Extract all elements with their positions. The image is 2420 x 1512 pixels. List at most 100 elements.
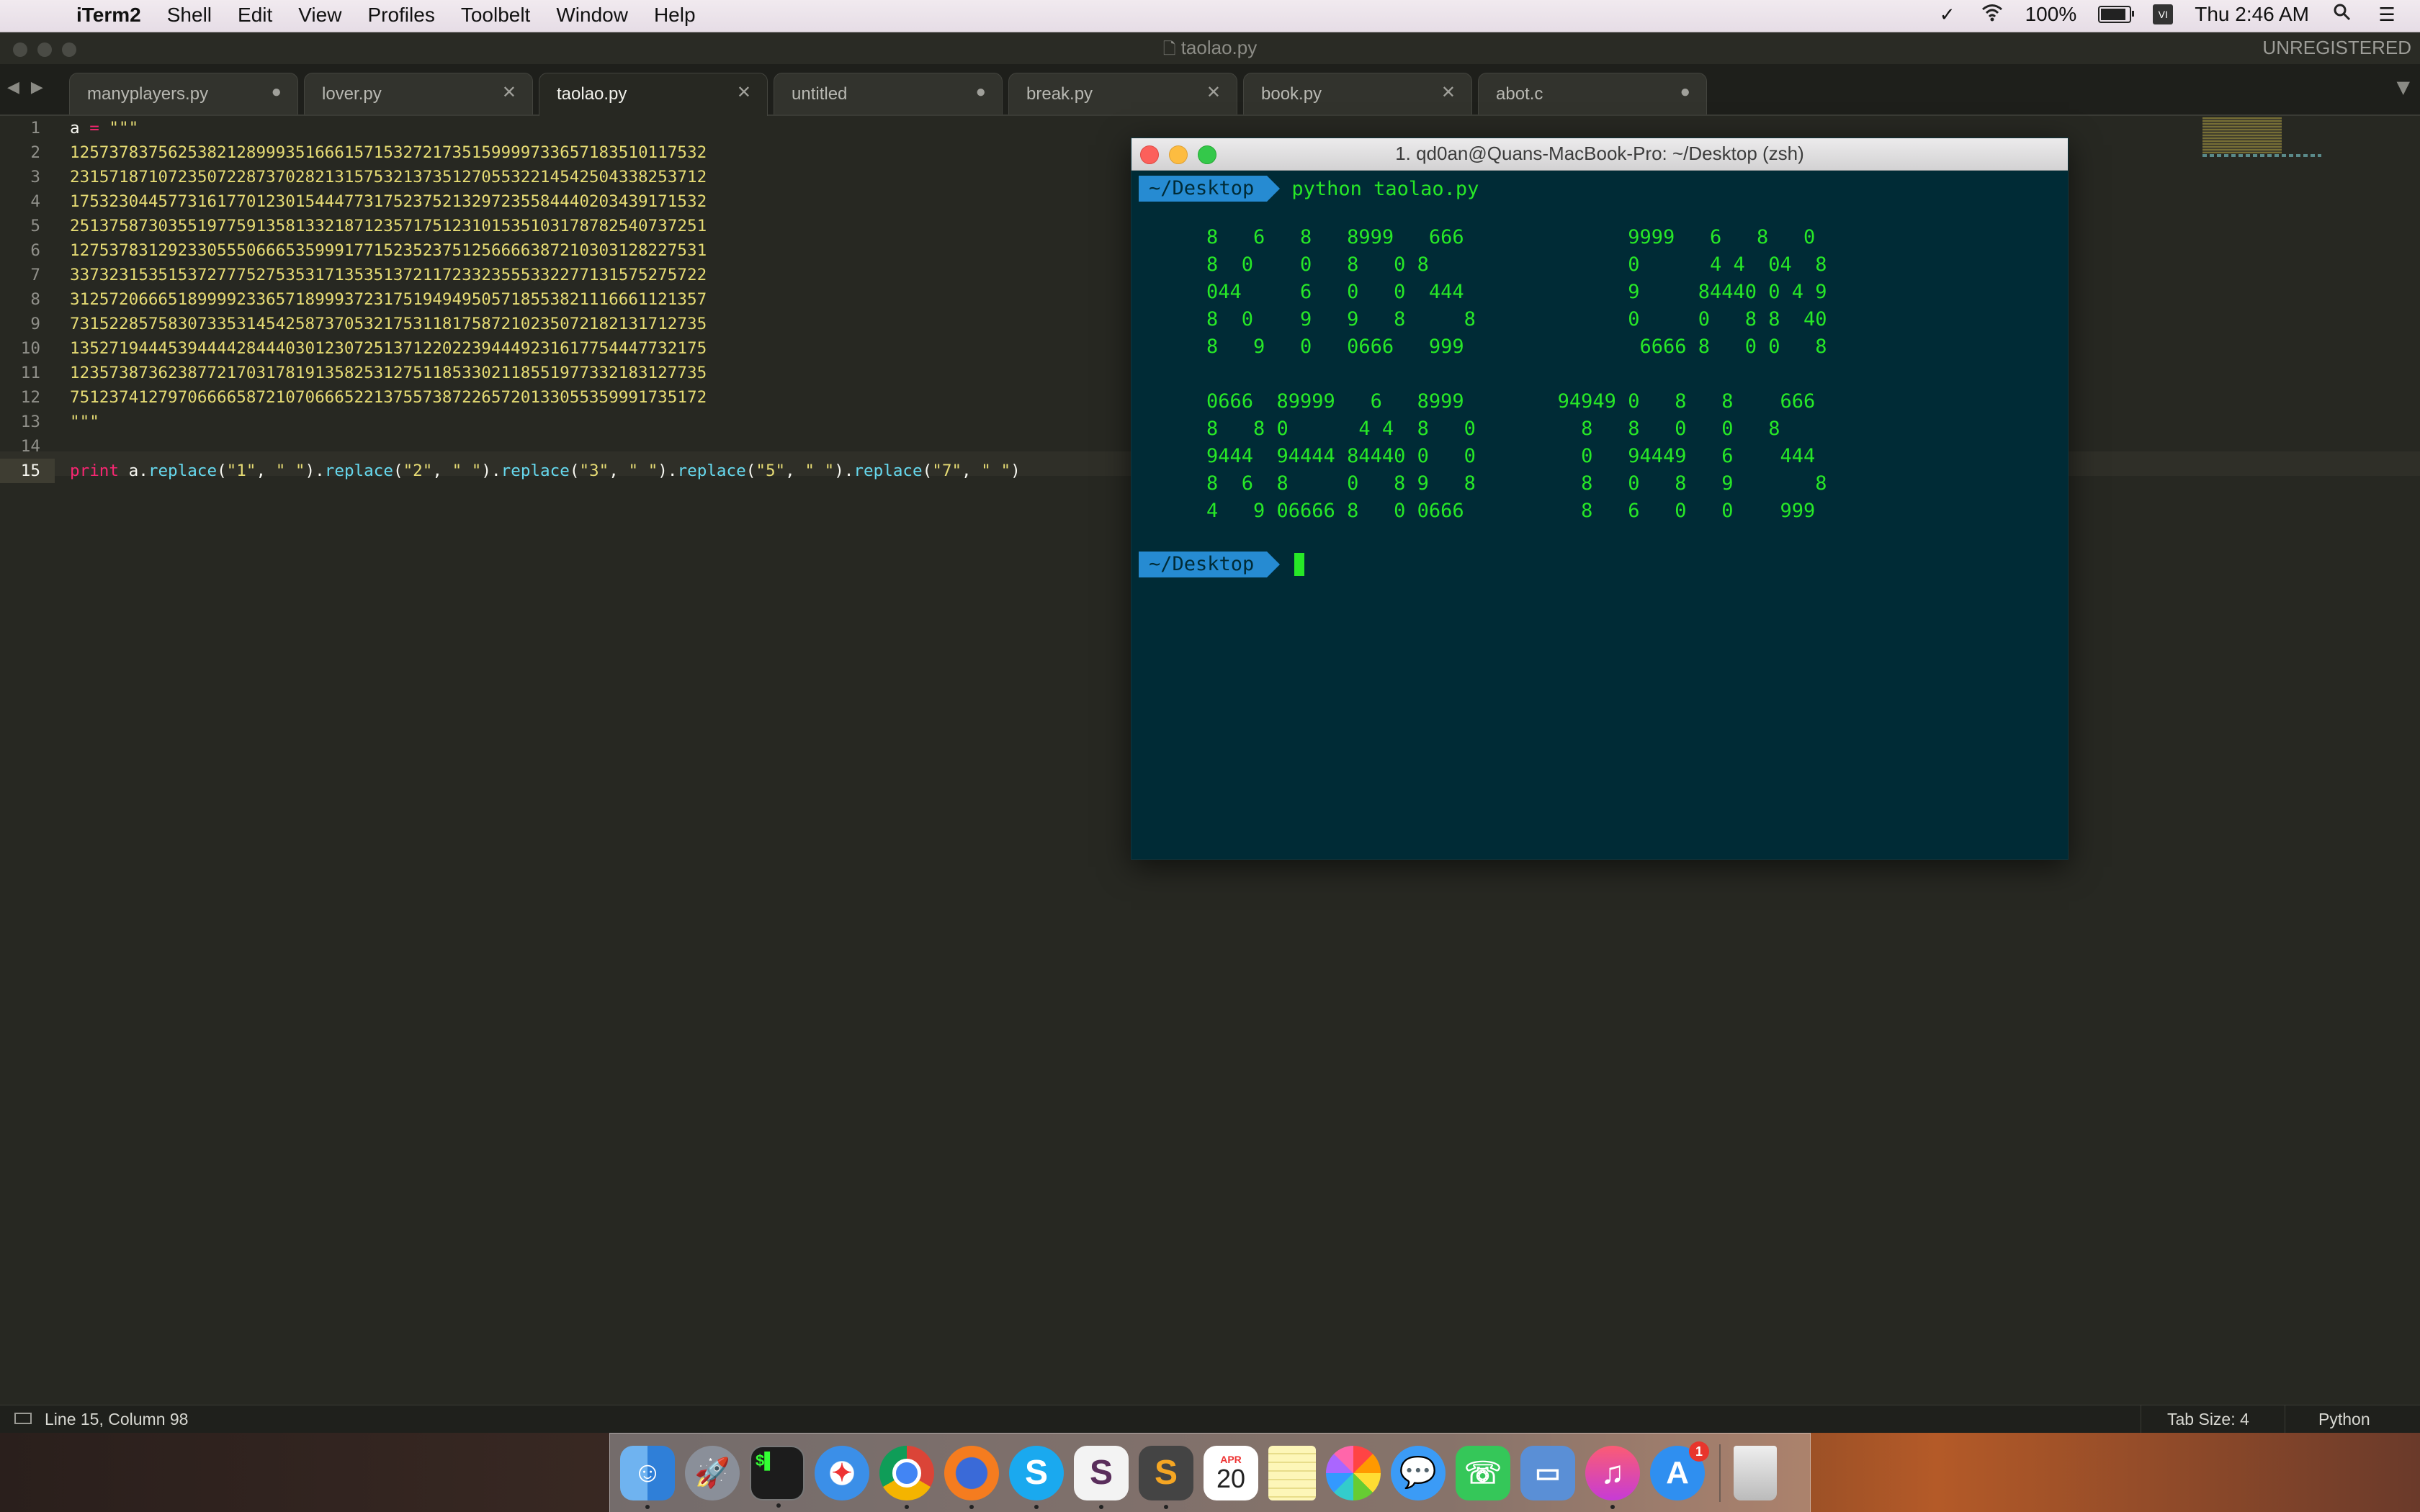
- tab-bar: ◀ ▶ manyplayers.py ● lover.py ✕ taolao.py…: [0, 64, 2420, 116]
- line-number: 11: [20, 364, 40, 382]
- code-line: 1257378375625382128999351666157153272173…: [70, 143, 707, 162]
- menu-bar: iTerm2 Shell Edit View Profiles Toolbelt…: [0, 0, 2420, 32]
- keynote-icon[interactable]: ▭: [1520, 1445, 1575, 1500]
- chrome-icon[interactable]: [879, 1445, 934, 1509]
- finder-icon[interactable]: ☺: [620, 1445, 675, 1509]
- terminal-title-bar[interactable]: 1. qd0an@Quans-MacBook-Pro: ~/Desktop (z…: [1131, 138, 2068, 171]
- tab-break[interactable]: break.py ✕: [1008, 73, 1237, 114]
- tab-label: lover.py: [322, 84, 382, 104]
- code-token: a: [70, 119, 80, 138]
- code-line: 1235738736238772170317819135825312751185…: [70, 364, 707, 382]
- tab-lover[interactable]: lover.py ✕: [304, 73, 533, 114]
- prompt-line-current[interactable]: ~/Desktop: [1139, 551, 2061, 578]
- safari-icon[interactable]: ✦: [815, 1445, 869, 1500]
- input-source-icon[interactable]: VI: [2153, 4, 2174, 24]
- code-line: 2315718710723507228737028213157532137351…: [70, 168, 707, 186]
- menu-profiles[interactable]: Profiles: [367, 4, 434, 27]
- firefox-icon[interactable]: [944, 1445, 999, 1509]
- search-icon[interactable]: [2331, 3, 2354, 26]
- launchpad-icon[interactable]: 🚀: [685, 1445, 740, 1500]
- line-number: 5: [30, 217, 40, 235]
- facetime-icon[interactable]: ☏: [1456, 1445, 1510, 1500]
- code-token: replace: [677, 462, 746, 480]
- code-token: "2": [403, 462, 433, 480]
- cursor-position: Line 15, Column 98: [45, 1410, 189, 1428]
- menu-window[interactable]: Window: [556, 4, 628, 27]
- menu-toolbelt[interactable]: Toolbelt: [461, 4, 531, 27]
- prompt-directory: ~/Desktop: [1139, 176, 1281, 202]
- tab-label: book.py: [1261, 84, 1322, 104]
- minimap-line: [2202, 154, 2321, 157]
- line-number: 14: [20, 437, 40, 456]
- tab-size-selector[interactable]: Tab Size: 4: [2141, 1405, 2285, 1433]
- code-token: replace: [853, 462, 923, 480]
- sublime-icon[interactable]: S: [1139, 1445, 1193, 1509]
- tab-abot[interactable]: abot.c ●: [1478, 73, 1707, 114]
- checkmark-icon[interactable]: ✓: [1936, 3, 1959, 26]
- menu-app-name[interactable]: iTerm2: [76, 4, 141, 27]
- line-number: 10: [20, 339, 40, 358]
- tab-book[interactable]: book.py ✕: [1243, 73, 1472, 114]
- terminal-window[interactable]: 1. qd0an@Quans-MacBook-Pro: ~/Desktop (z…: [1131, 138, 2069, 860]
- code-token: " ": [628, 462, 658, 480]
- close-tab-icon[interactable]: ✕: [502, 82, 516, 103]
- tab-untitled[interactable]: untitled ●: [774, 73, 1003, 114]
- itunes-icon[interactable]: ♫: [1585, 1445, 1640, 1509]
- code-token: " ": [981, 462, 1011, 480]
- panel-toggle-icon[interactable]: [14, 1413, 32, 1424]
- trash-icon[interactable]: [1734, 1445, 1777, 1500]
- minimap[interactable]: [2202, 117, 2282, 153]
- tab-label: break.py: [1026, 84, 1093, 104]
- status-bar: Line 15, Column 98 Tab Size: 4 Python: [0, 1405, 2420, 1433]
- photos-icon[interactable]: [1326, 1445, 1381, 1500]
- menu-help[interactable]: Help: [654, 4, 696, 27]
- menu-view[interactable]: View: [298, 4, 341, 27]
- program-output: 8 6 8 8999 666 9999 6 8 0 8 0 0 8 0 8 0 …: [1206, 226, 1827, 522]
- code-token: " ": [452, 462, 482, 480]
- skype-icon[interactable]: S: [1009, 1445, 1064, 1509]
- code-line-print: print a.replace("1", " ").replace("2", "…: [70, 462, 1021, 480]
- tab-label: abot.c: [1496, 84, 1543, 104]
- terminal-output[interactable]: ~/Desktop python taolao.py 8 6 8 8999 66…: [1131, 171, 2068, 582]
- menu-shell[interactable]: Shell: [167, 4, 212, 27]
- clock[interactable]: Thu 2:46 AM: [2195, 3, 2309, 26]
- tab-prev-icon[interactable]: ◀: [7, 78, 19, 96]
- menu-edit[interactable]: Edit: [238, 4, 272, 27]
- messages-icon[interactable]: 💬: [1391, 1445, 1446, 1500]
- tab-next-icon[interactable]: ▶: [31, 78, 43, 96]
- close-tab-icon[interactable]: ✕: [1441, 82, 1456, 103]
- tab-overflow-icon[interactable]: ▼: [2397, 77, 2410, 97]
- notification-center-icon[interactable]: ☰: [2375, 3, 2398, 26]
- line-number-current: 15: [0, 459, 55, 483]
- tab-label: untitled: [792, 84, 848, 104]
- notes-icon[interactable]: [1268, 1445, 1316, 1500]
- code-token: replace: [324, 462, 393, 480]
- prompt-line: ~/Desktop python taolao.py: [1139, 175, 2061, 202]
- dirty-dot-icon[interactable]: ●: [1680, 82, 1691, 102]
- notification-badge: 1: [1689, 1441, 1709, 1462]
- dirty-dot-icon[interactable]: ●: [976, 82, 987, 102]
- line-number: 2: [30, 143, 40, 162]
- tab-taolao[interactable]: taolao.py ✕: [539, 73, 768, 116]
- line-number: 7: [30, 266, 40, 284]
- appstore-icon[interactable]: A1: [1650, 1441, 1709, 1500]
- syntax-selector[interactable]: Python: [2285, 1405, 2420, 1433]
- code-line: 7512374127970666658721070666522137557387…: [70, 388, 707, 407]
- close-tab-icon[interactable]: ✕: [737, 82, 751, 103]
- terminal-icon[interactable]: $▌: [750, 1445, 805, 1508]
- code-area[interactable]: a = """ 12573783756253821289993516661571…: [70, 116, 1021, 483]
- wifi-icon[interactable]: [1981, 3, 2004, 26]
- dock: ☺ 🚀 $▌ ✦ S S S APR 20 💬 ☏ ▭ ♫ A1: [609, 1433, 1811, 1512]
- slack-icon[interactable]: S: [1074, 1445, 1129, 1509]
- line-number: 4: [30, 192, 40, 211]
- code-line: 3125720666518999923365718999372317519494…: [70, 290, 707, 309]
- status-area: ✓ 100% VI Thu 2:46 AM ☰: [1914, 3, 2398, 26]
- battery-icon[interactable]: [2098, 6, 2135, 23]
- dirty-dot-icon[interactable]: ●: [272, 82, 282, 102]
- code-line: a = """: [70, 116, 1021, 140]
- close-tab-icon[interactable]: ✕: [1206, 82, 1221, 103]
- calendar-icon[interactable]: APR 20: [1204, 1445, 1258, 1500]
- code-token: replace: [148, 462, 218, 480]
- tab-manyplayers[interactable]: manyplayers.py ●: [69, 73, 298, 114]
